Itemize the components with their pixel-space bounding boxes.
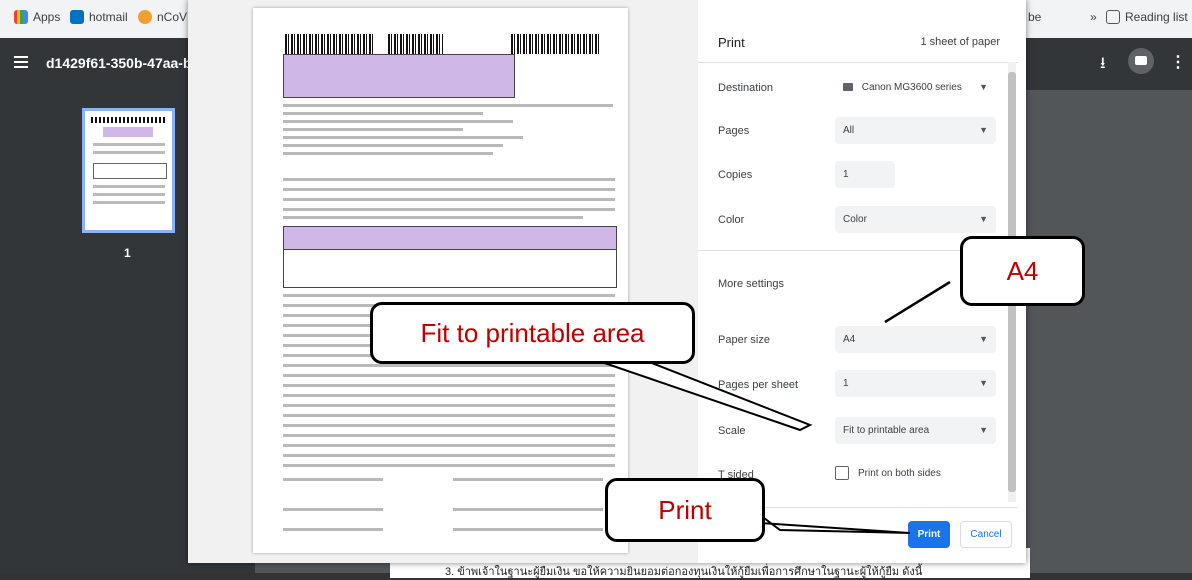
a4-arrow (884, 280, 951, 324)
callout-a4: A4 (960, 236, 1085, 306)
print-arrow (759, 513, 911, 534)
callout-print: Print (605, 478, 765, 542)
fit-arrow (583, 355, 813, 432)
callout-fit-to-printable-area: Fit to printable area (370, 302, 695, 364)
